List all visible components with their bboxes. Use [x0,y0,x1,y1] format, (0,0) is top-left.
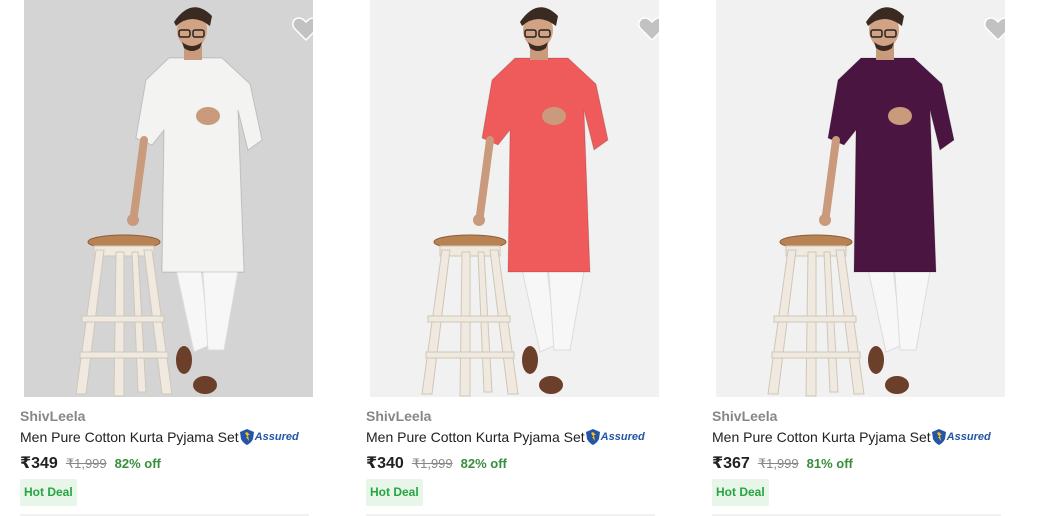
assured-shield-icon [585,429,600,445]
assured-shield-icon [239,429,254,445]
product-image[interactable] [716,0,1005,397]
selling-price: ₹367 [712,455,750,472]
assured-label: Assured [600,431,645,443]
product-card-3[interactable]: ShivLeela Men Pure Cotton Kurta Pyjama S… [712,0,1012,516]
hot-deal-badge: Hot Deal [712,479,769,506]
product-title[interactable]: Men Pure Cotton Kurta Pyjama Set Assured [366,429,645,445]
product-image[interactable] [24,0,313,397]
hot-deal-badge: Hot Deal [20,479,77,506]
model-illustration [716,0,1005,397]
selling-price: ₹340 [366,455,404,472]
product-card-1[interactable]: ShivLeela Men Pure Cotton Kurta Pyjama S… [20,0,320,516]
assured-badge: Assured [931,429,991,445]
model-illustration [370,0,659,397]
price-row: ₹340 ₹1,999 82% off [366,453,507,473]
wishlist-heart-icon[interactable] [638,16,659,42]
assured-badge: Assured [239,429,299,445]
assured-label: Assured [946,431,991,443]
original-price: ₹1,999 [411,456,453,471]
original-price: ₹1,999 [757,456,799,471]
product-title[interactable]: Men Pure Cotton Kurta Pyjama Set Assured [712,429,991,445]
product-card-2[interactable]: ShivLeela Men Pure Cotton Kurta Pyjama S… [366,0,666,516]
price-row: ₹367 ₹1,999 81% off [712,453,853,473]
product-title[interactable]: Men Pure Cotton Kurta Pyjama Set Assured [20,429,299,445]
product-brand: ShivLeela [712,408,778,424]
wishlist-heart-icon[interactable] [984,16,1005,42]
product-title-text[interactable]: Men Pure Cotton Kurta Pyjama Set [20,429,239,445]
original-price: ₹1,999 [65,456,107,471]
selling-price: ₹349 [20,455,58,472]
model-illustration [24,0,313,397]
assured-badge: Assured [585,429,645,445]
price-row: ₹349 ₹1,999 82% off [20,453,161,473]
discount-percent: 82% off [460,456,507,471]
discount-percent: 81% off [806,456,853,471]
product-brand: ShivLeela [366,408,432,424]
product-brand: ShivLeela [20,408,86,424]
assured-shield-icon [931,429,946,445]
discount-percent: 82% off [114,456,161,471]
product-title-text[interactable]: Men Pure Cotton Kurta Pyjama Set [712,429,931,445]
product-title-text[interactable]: Men Pure Cotton Kurta Pyjama Set [366,429,585,445]
product-image[interactable] [370,0,659,397]
assured-label: Assured [254,431,299,443]
hot-deal-badge: Hot Deal [366,479,423,506]
wishlist-heart-icon[interactable] [292,16,313,42]
